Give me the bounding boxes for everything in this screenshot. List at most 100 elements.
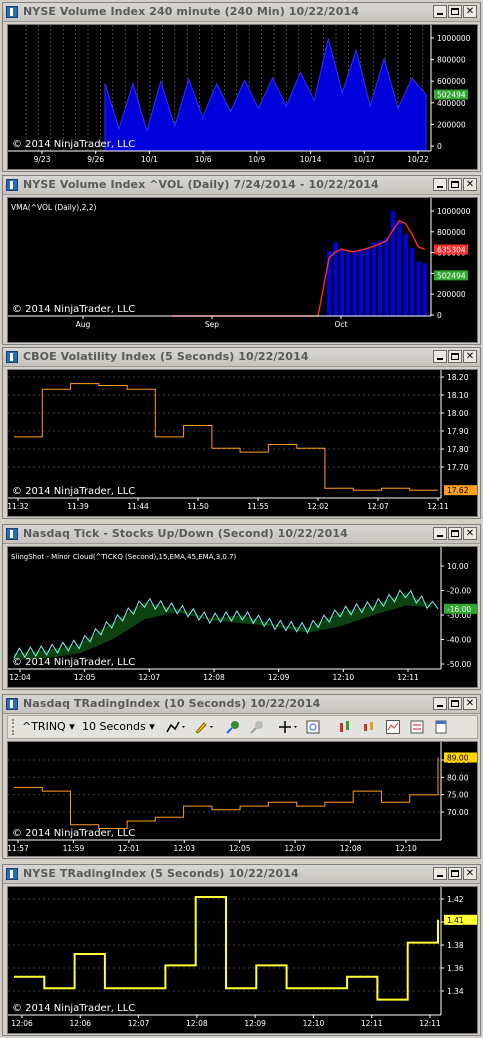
bar-style-icon[interactable] (338, 720, 352, 734)
maximize-button[interactable] (448, 697, 462, 710)
toolbar-grip[interactable] (12, 719, 18, 735)
chart-app-icon (6, 179, 18, 191)
y-tick-label: -40.00 (447, 636, 471, 645)
minimize-button[interactable] (433, 5, 447, 18)
x-tick-label: 12:09 (268, 673, 290, 682)
volume-bar (384, 237, 389, 316)
chart-window-tick: Nasdaq Tick - Stocks Up/Down (Second) 10… (2, 524, 481, 690)
chart-svg-vol-daily: VMA(^VOL (Daily),2,2)1000000800000600000… (8, 198, 471, 329)
maximize-button[interactable] (448, 527, 462, 540)
y-tick-label: 18.00 (447, 409, 469, 418)
volume-bar (358, 249, 364, 316)
y-tick-label: 800000 (437, 56, 466, 65)
chevron-down-icon: ▾ (149, 720, 155, 733)
copyright-label: © 2014 NinjaTrader, LLC (12, 139, 135, 150)
maximize-button[interactable] (448, 350, 462, 363)
title-bar[interactable]: NYSE Volume Index ^VOL (Daily) 7/24/2014… (3, 176, 480, 195)
indicators-icon[interactable] (386, 720, 400, 734)
volume-bar (346, 253, 351, 316)
data-box-icon[interactable] (306, 720, 320, 734)
x-tick-label: Aug (76, 320, 91, 329)
x-tick-label: 11:44 (127, 502, 149, 511)
interval-selector[interactable]: 10 Seconds ▾ (82, 719, 155, 735)
close-button[interactable]: ✕ (463, 867, 477, 880)
copyright-label: © 2014 NinjaTrader, LLC (12, 304, 135, 315)
title-bar[interactable]: Nasdaq TRadingIndex (10 Seconds) 10/22/2… (3, 695, 480, 714)
close-button[interactable]: ✕ (463, 527, 477, 540)
chevron-down-icon: ▾ (69, 720, 75, 733)
chart-svg-vix: 18.20 18.10 18.00 17.90 17.80 17.70 11:32 11:39… (8, 370, 477, 511)
properties-icon[interactable] (434, 720, 448, 734)
window-title: NYSE TRadingIndex (5 Seconds) 10/22/2014 (23, 867, 299, 880)
x-tick-label: 9/23 (34, 155, 51, 164)
y-tick-label: 1000000 (437, 34, 471, 43)
y-tick-label: 1.36 (447, 964, 464, 973)
chart-app-icon (6, 698, 18, 710)
x-tick-label: 12:06 (69, 1019, 91, 1028)
zoom-in-icon[interactable] (226, 720, 240, 734)
minimize-button[interactable] (433, 867, 447, 880)
title-bar[interactable]: NYSE Volume Index 240 minute (240 Min) 1… (3, 3, 480, 22)
y-tick-label: 0 (437, 142, 442, 151)
x-tick-label: 12:10 (395, 844, 417, 853)
instrument-selector[interactable]: ^TRINQ ▾ (22, 719, 75, 735)
window-title: NYSE Volume Index ^VOL (Daily) 7/24/2014… (23, 178, 379, 191)
chart-panel[interactable]: 1.421.401.381.361.3412:0612:0612:0712:08… (7, 886, 478, 1034)
y-tick-label: 1.38 (447, 941, 464, 950)
line-tool-icon[interactable] (166, 720, 188, 734)
x-tick-label: 12:09 (244, 1019, 266, 1028)
maximize-button[interactable] (448, 5, 462, 18)
candle-style-icon[interactable] (362, 720, 376, 734)
x-tick-label: 9/26 (87, 155, 104, 164)
minimize-button[interactable] (433, 527, 447, 540)
last-value-label: 502494 (437, 271, 466, 280)
copyright-label: © 2014 NinjaTrader, LLC (12, 657, 135, 668)
minimize-button[interactable] (433, 697, 447, 710)
y-tick-label: 17.80 (447, 445, 469, 454)
y-tick-label: 17.70 (447, 463, 469, 472)
price-line (14, 896, 439, 1001)
volume-bar (409, 247, 415, 316)
x-tick-label: 12:07 (139, 673, 161, 682)
chart-panel[interactable]: VMA(^VOL (Daily),2,2)1000000800000600000… (7, 197, 478, 343)
chart-panel[interactable]: 18.20 18.10 18.00 17.90 17.80 17.70 11:32 11:39… (7, 369, 478, 517)
title-bar[interactable]: CBOE Volatility Index (5 Seconds) 10/22/… (3, 348, 480, 367)
y-tick-label: 80.00 (447, 773, 469, 782)
crosshair-icon[interactable] (278, 720, 300, 734)
volume-bar (403, 234, 408, 316)
chart-panel[interactable]: 85.0080.0075.0070.0011:5711:5912:0112:03… (7, 741, 478, 857)
zoom-out-icon[interactable] (250, 720, 264, 734)
minimize-button[interactable] (433, 178, 447, 191)
y-tick-label: 0 (437, 311, 442, 320)
strategies-icon[interactable] (410, 720, 424, 734)
x-tick-label: Sep (205, 320, 219, 329)
chart-app-icon (6, 6, 18, 18)
chart-window-vix: CBOE Volatility Index (5 Seconds) 10/22/… (2, 347, 481, 519)
last-value-label: 1.41 (447, 916, 464, 925)
chart-panel[interactable]: SlingShot - Minor Cloud(^TICKQ (Second),… (7, 546, 478, 688)
instrument-label: ^TRINQ (22, 720, 66, 733)
maximize-button[interactable] (448, 867, 462, 880)
volume-bar (365, 247, 370, 316)
x-tick-label: 12:08 (186, 1019, 208, 1028)
close-button[interactable]: ✕ (463, 697, 477, 710)
x-tick-label: 12:11 (361, 1019, 383, 1028)
title-bar[interactable]: Nasdaq Tick - Stocks Up/Down (Second) 10… (3, 525, 480, 544)
chart-panel[interactable]: 1000000 800000 600000 400000 200000 0 9/23 9/26… (7, 24, 478, 170)
title-bar[interactable]: NYSE TRadingIndex (5 Seconds) 10/22/2014… (3, 865, 480, 884)
y-tick-label: 1.42 (447, 895, 464, 904)
y-tick-label: 200000 (437, 120, 466, 129)
copyright-label: © 2014 NinjaTrader, LLC (12, 486, 135, 497)
close-button[interactable]: ✕ (463, 178, 477, 191)
close-button[interactable]: ✕ (463, 5, 477, 18)
maximize-button[interactable] (448, 178, 462, 191)
chart-window-trin: NYSE TRadingIndex (5 Seconds) 10/22/2014… (2, 864, 481, 1036)
x-tick-label: 10/14 (300, 155, 322, 164)
y-tick-label: 18.20 (447, 373, 469, 382)
pencil-icon[interactable] (194, 720, 216, 734)
x-tick-label: 12:02 (307, 502, 329, 511)
x-tick-label: 12:05 (229, 844, 251, 853)
x-tick-label: 12:07 (367, 502, 389, 511)
close-button[interactable]: ✕ (463, 350, 477, 363)
minimize-button[interactable] (433, 350, 447, 363)
